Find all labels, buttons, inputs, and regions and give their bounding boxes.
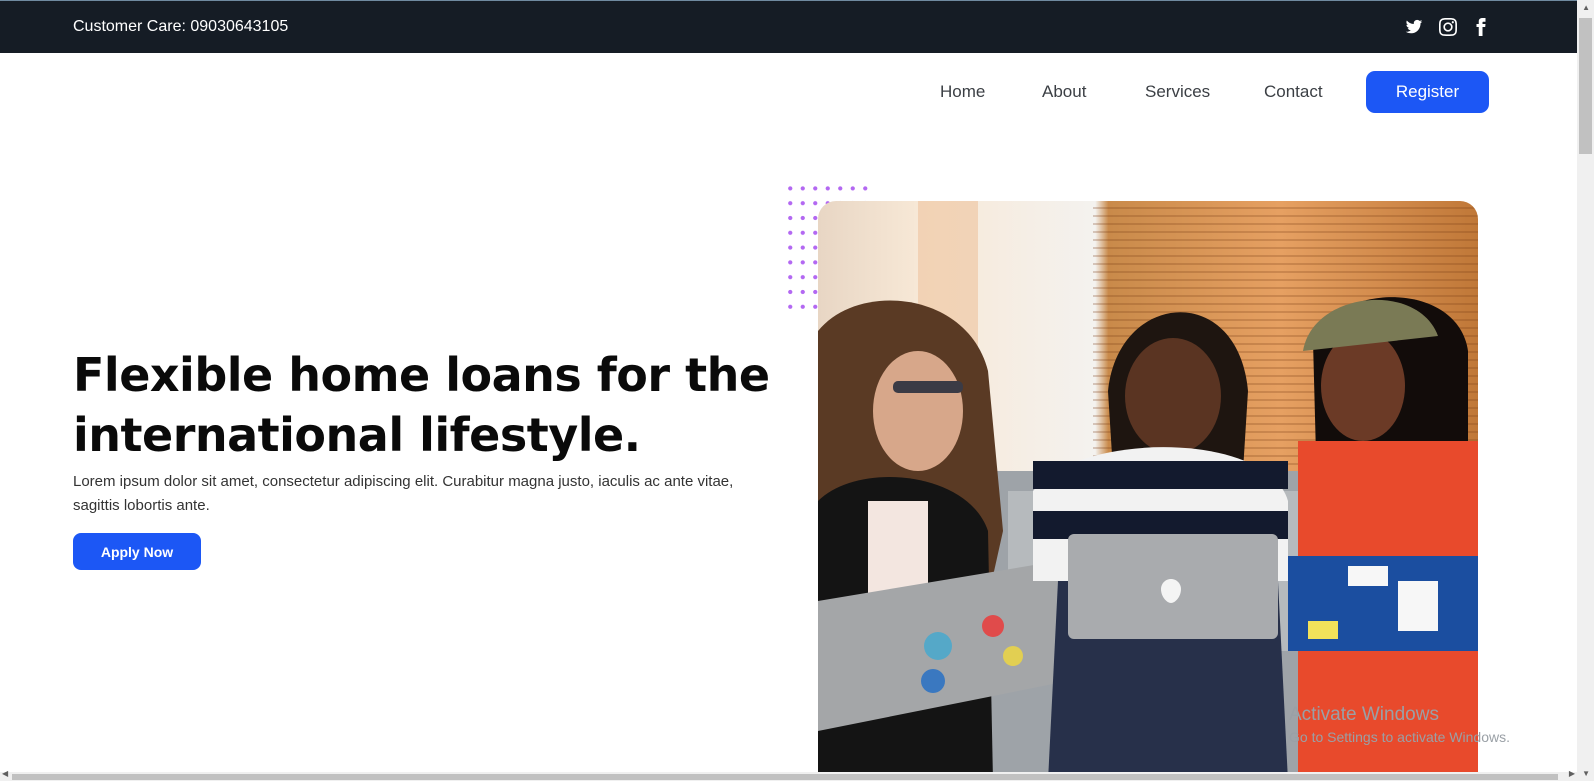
hero-headline: Flexible home loans for the internationa…: [73, 345, 773, 465]
headline-line-2: international lifestyle.: [73, 408, 641, 462]
facebook-icon[interactable]: [1471, 17, 1491, 37]
headline-line-1: Flexible home loans for the: [73, 348, 770, 402]
description-line-1: Lorem ipsum dolor sit amet, consectetur …: [73, 473, 734, 490]
scroll-left-arrow-icon[interactable]: ◀: [2, 769, 8, 778]
nav-about[interactable]: About: [1042, 82, 1086, 102]
customer-care-text: Customer Care: 09030643105: [73, 18, 289, 35]
description-line-2: sagittis lobortis ante.: [73, 497, 210, 514]
instagram-icon[interactable]: [1438, 17, 1458, 37]
scroll-up-arrow-icon[interactable]: ▲: [1582, 3, 1590, 12]
apply-now-button[interactable]: Apply Now: [73, 533, 201, 570]
browser-viewport: Customer Care: 09030643105 Home About Se…: [0, 0, 1594, 781]
top-info-bar: Customer Care: 09030643105: [0, 0, 1577, 53]
horizontal-scrollbar[interactable]: ◀ ▶: [0, 769, 1577, 781]
vertical-scrollbar[interactable]: ▲ ▼: [1577, 0, 1594, 781]
horizontal-scroll-thumb[interactable]: [12, 774, 1558, 780]
windows-activation-watermark: Activate Windows Go to Settings to activ…: [1289, 704, 1510, 745]
twitter-icon[interactable]: [1404, 17, 1424, 37]
register-button[interactable]: Register: [1366, 71, 1489, 113]
vertical-scroll-thumb[interactable]: [1579, 18, 1592, 154]
nav-home[interactable]: Home: [940, 82, 985, 102]
scroll-right-arrow-icon[interactable]: ▶: [1569, 769, 1575, 778]
scroll-down-arrow-icon[interactable]: ▼: [1582, 769, 1590, 778]
hero-image: [818, 201, 1478, 781]
watermark-subtitle: Go to Settings to activate Windows.: [1289, 729, 1510, 745]
nav-services[interactable]: Services: [1145, 82, 1210, 102]
nav-contact[interactable]: Contact: [1264, 82, 1323, 102]
main-navbar: Home About Services Contact Register: [0, 53, 1577, 131]
watermark-title: Activate Windows: [1289, 704, 1439, 725]
hero-description: Lorem ipsum dolor sit amet, consectetur …: [73, 470, 773, 518]
